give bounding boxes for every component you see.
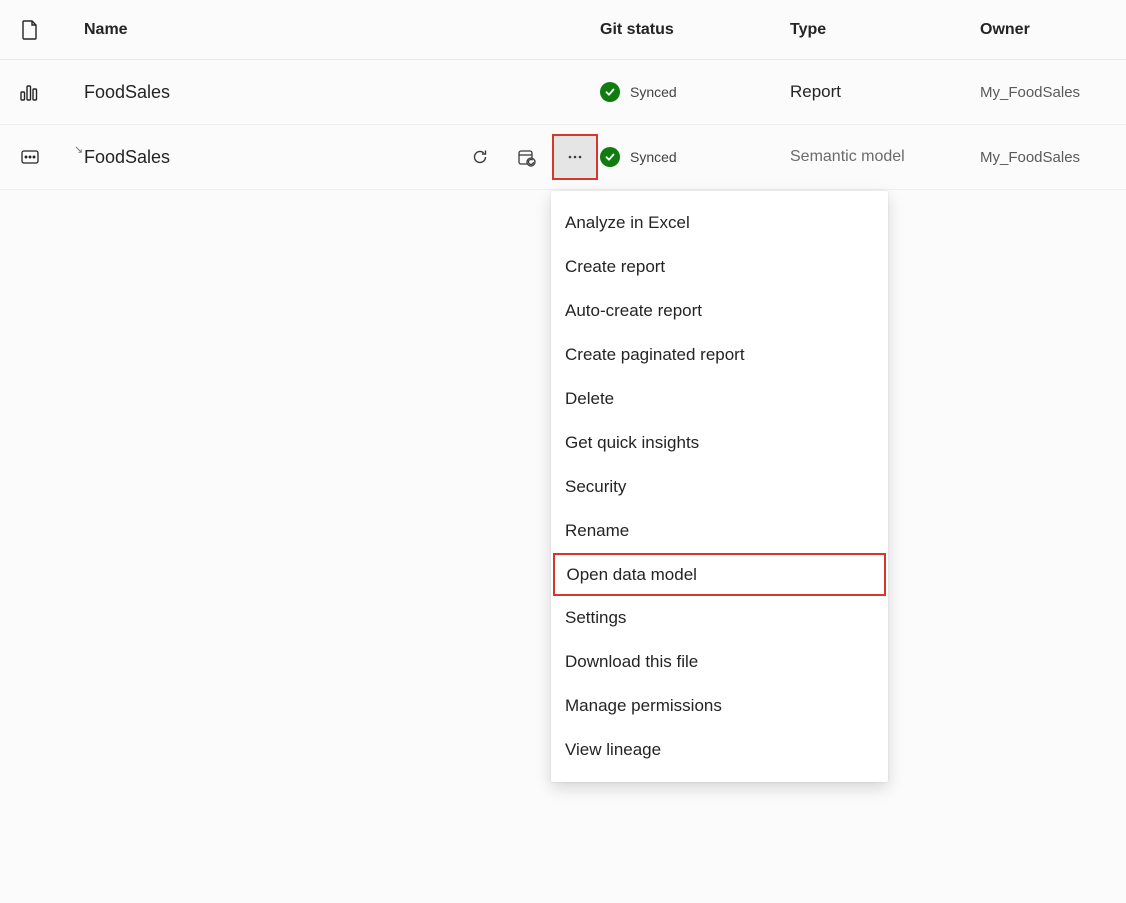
type-cell: Semantic model <box>790 148 980 166</box>
linked-item-indicator-icon: ↘ <box>74 143 83 156</box>
menu-item-security[interactable]: Security <box>551 465 888 509</box>
menu-item-analyze-in-excel[interactable]: Analyze in Excel <box>551 201 888 245</box>
menu-item-manage-permissions[interactable]: Manage permissions <box>551 684 888 728</box>
item-table: Name Git status Type Owner FoodSales Syn… <box>0 0 1126 190</box>
context-menu: Analyze in Excel Create report Auto-crea… <box>551 191 888 782</box>
schedule-refresh-icon <box>517 148 536 167</box>
synced-check-icon <box>600 147 620 167</box>
semantic-model-icon <box>20 147 40 167</box>
type-cell: Report <box>790 82 980 102</box>
document-icon <box>21 20 39 40</box>
table-header-row: Name Git status Type Owner <box>0 0 1126 60</box>
header-name[interactable]: Name <box>60 21 600 39</box>
row-actions <box>460 134 598 180</box>
menu-item-auto-create-report[interactable]: Auto-create report <box>551 289 888 333</box>
type-text: Semantic model <box>790 148 905 166</box>
item-type-icon-col <box>0 82 60 102</box>
menu-item-download-this-file[interactable]: Download this file <box>551 640 888 684</box>
report-icon <box>20 82 40 102</box>
git-status-text: Synced <box>630 149 677 165</box>
table-row[interactable]: FoodSales <box>0 125 1126 190</box>
owner-text: My_FoodSales <box>980 84 1080 101</box>
git-status-text: Synced <box>630 84 677 100</box>
item-name-cell: FoodSales <box>60 82 600 103</box>
git-status-cell: Synced <box>600 147 790 167</box>
menu-item-open-data-model[interactable]: Open data model <box>553 553 886 596</box>
owner-cell: My_FoodSales <box>980 84 1126 101</box>
menu-item-rename[interactable]: Rename <box>551 509 888 553</box>
header-git-status[interactable]: Git status <box>600 21 790 39</box>
refresh-icon <box>471 148 489 166</box>
more-options-button[interactable] <box>552 134 598 180</box>
owner-text: My_FoodSales <box>980 149 1080 166</box>
header-icon-col <box>0 20 60 40</box>
header-type[interactable]: Type <box>790 21 980 39</box>
refresh-button[interactable] <box>460 137 500 177</box>
menu-item-settings[interactable]: Settings <box>551 596 888 640</box>
schedule-refresh-button[interactable] <box>506 137 546 177</box>
menu-item-create-report[interactable]: Create report <box>551 245 888 289</box>
synced-check-icon <box>600 82 620 102</box>
menu-item-get-quick-insights[interactable]: Get quick insights <box>551 421 888 465</box>
item-name[interactable]: FoodSales <box>84 82 170 103</box>
item-type-icon-col <box>0 147 60 167</box>
header-owner[interactable]: Owner <box>980 21 1126 39</box>
menu-item-delete[interactable]: Delete <box>551 377 888 421</box>
owner-cell: My_FoodSales <box>980 149 1126 166</box>
type-text: Report <box>790 82 841 102</box>
more-horizontal-icon <box>566 148 584 166</box>
item-name[interactable]: FoodSales <box>84 147 170 168</box>
menu-item-create-paginated-report[interactable]: Create paginated report <box>551 333 888 377</box>
menu-item-view-lineage[interactable]: View lineage <box>551 728 888 772</box>
git-status-cell: Synced <box>600 82 790 102</box>
table-row[interactable]: FoodSales Synced Report My_FoodSales <box>0 60 1126 125</box>
